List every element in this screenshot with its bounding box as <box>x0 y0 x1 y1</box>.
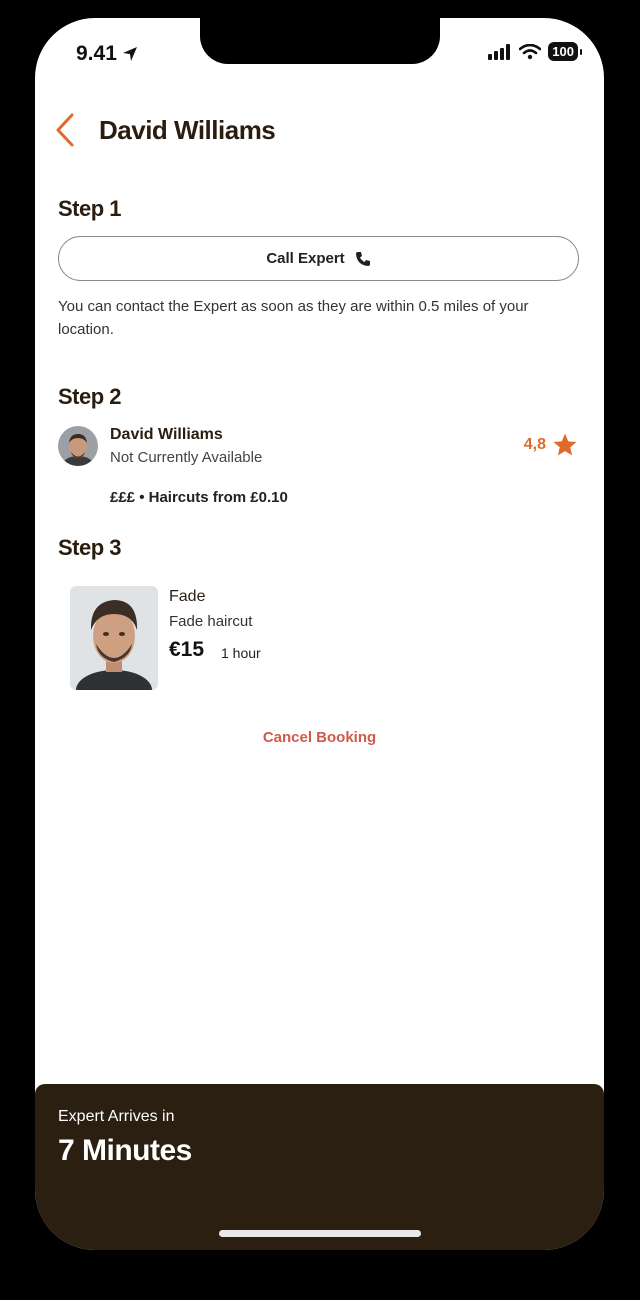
arrival-time: 7 Minutes <box>58 1134 192 1167</box>
avatar[interactable] <box>58 426 98 466</box>
rating: 4,8 <box>524 432 578 458</box>
status-time-text: 9.41 <box>76 42 117 65</box>
arrival-label: Expert Arrives in <box>58 1108 175 1125</box>
cancel-booking-button[interactable]: Cancel Booking <box>35 729 604 746</box>
service-description: Fade haircut <box>169 613 253 630</box>
service-name: Fade <box>169 588 206 605</box>
header: David Williams <box>55 110 276 150</box>
service-duration: 1 hour <box>221 645 261 661</box>
back-button[interactable] <box>55 110 85 150</box>
home-indicator[interactable] <box>219 1230 421 1237</box>
step2-title: Step 2 <box>58 384 122 409</box>
notch <box>200 18 440 64</box>
star-icon <box>553 433 577 456</box>
status-icons: 100 <box>488 42 582 61</box>
location-arrow-icon <box>122 47 137 61</box>
service-photo <box>70 586 158 690</box>
expert-name: David Williams <box>110 426 223 443</box>
phone-icon <box>355 251 370 266</box>
battery-icon: 100 <box>548 42 582 61</box>
rating-value: 4,8 <box>523 436 546 453</box>
wifi-icon <box>519 43 542 59</box>
phone-screen: 9.41 100 David Williams Step 1 Call Expe… <box>35 18 604 1250</box>
arrival-panel: Expert Arrives in 7 Minutes <box>35 1084 604 1250</box>
step1-title: Step 1 <box>58 196 122 221</box>
service-price: €15 <box>169 638 205 661</box>
chevron-left-icon <box>56 113 74 147</box>
expert-status: Not Currently Available <box>110 449 263 466</box>
avatar-image <box>58 426 98 466</box>
call-expert-label: Call Expert <box>266 250 345 267</box>
service-photo-image <box>70 586 158 690</box>
price-info: £££ • Haircuts from £0.10 <box>110 489 288 506</box>
contact-note: You can contact the Expert as soon as th… <box>58 298 529 338</box>
status-time: 9.41 <box>76 42 139 66</box>
step3-title: Step 3 <box>58 535 122 560</box>
page-title: David Williams <box>99 114 276 145</box>
signal-icon <box>488 43 511 60</box>
call-expert-button[interactable]: Call Expert <box>58 236 579 281</box>
